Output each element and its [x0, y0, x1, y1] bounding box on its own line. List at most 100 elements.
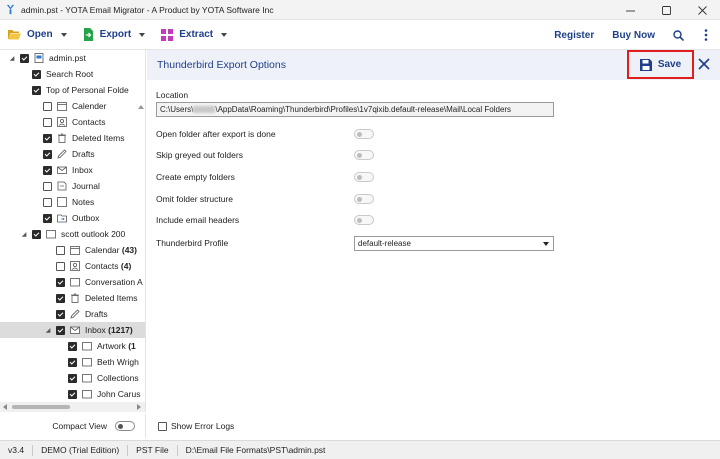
tree-node-artwork[interactable]: Artwork (1 — [0, 338, 145, 354]
checkbox[interactable] — [32, 229, 41, 239]
tree-label: Beth Wrigh — [97, 357, 139, 367]
tree-node-collections[interactable]: Collections — [0, 370, 145, 386]
tree-label: Search Root — [46, 69, 94, 79]
notes-icon — [57, 197, 67, 207]
buy-now-link[interactable]: Buy Now — [603, 30, 664, 41]
more-icon — [704, 29, 708, 41]
open-folder-toggle[interactable] — [354, 129, 374, 139]
scroll-left-arrow[interactable] — [3, 404, 7, 410]
checkbox[interactable] — [43, 165, 52, 175]
tree-node-conversation[interactable]: Conversation A — [0, 274, 145, 290]
close-window-button[interactable] — [684, 0, 720, 20]
checkbox[interactable] — [32, 69, 41, 79]
checkbox[interactable] — [43, 117, 52, 127]
checkbox[interactable] — [20, 53, 29, 63]
create-empty-toggle[interactable] — [354, 172, 374, 182]
checkbox[interactable] — [43, 149, 52, 159]
tree-node-contacts[interactable]: Contacts — [0, 114, 145, 130]
checkbox[interactable] — [43, 213, 52, 223]
tree-node-top-of-personal-folders[interactable]: Top of Personal Folde — [0, 82, 145, 98]
tree-node-calendar-sub[interactable]: Calendar (43) — [0, 242, 145, 258]
collapse-icon[interactable]: ◢ — [20, 230, 28, 238]
tree-node-scott-outlook[interactable]: ◢ scott outlook 200 — [0, 226, 145, 242]
tree-label: Calendar (43) — [85, 245, 137, 255]
chevron-down-icon — [221, 32, 228, 37]
tree-horizontal-scrollbar[interactable] — [0, 402, 146, 412]
option-label-skip-greyed: Skip greyed out folders — [156, 150, 243, 160]
more-button[interactable] — [692, 20, 720, 50]
checkbox[interactable] — [68, 389, 77, 399]
minimize-button[interactable] — [612, 0, 648, 20]
checkbox[interactable] — [43, 101, 52, 111]
omit-structure-toggle[interactable] — [354, 194, 374, 204]
checkbox[interactable] — [68, 373, 77, 383]
tree-node-outbox[interactable]: Outbox — [0, 210, 145, 226]
checkbox[interactable] — [56, 245, 65, 255]
tree-node-beth[interactable]: Beth Wrigh — [0, 354, 145, 370]
extract-menu-button[interactable]: Extract — [153, 20, 235, 50]
tree-node-calender[interactable]: Calender — [0, 98, 145, 114]
folder-icon — [82, 358, 92, 367]
tree-node-contacts-sub[interactable]: Contacts (4) — [0, 258, 145, 274]
checkbox[interactable] — [56, 293, 65, 303]
tree-node-drafts[interactable]: Drafts — [0, 146, 145, 162]
compact-view-toggle[interactable] — [115, 421, 135, 431]
folder-icon — [46, 230, 56, 239]
compact-view-label: Compact View — [52, 421, 107, 431]
scrollbar-thumb[interactable] — [12, 405, 70, 409]
option-label-include-headers: Include email headers — [156, 215, 240, 225]
tree-node-inbox-sub[interactable]: ◢ Inbox (1217) — [0, 322, 145, 338]
tree-node-inbox[interactable]: Inbox — [0, 162, 145, 178]
panel-close-icon[interactable] — [697, 57, 711, 71]
tree-node-journal[interactable]: Journal — [0, 178, 145, 194]
checkbox[interactable] — [68, 357, 77, 367]
checkbox[interactable] — [43, 197, 52, 207]
include-headers-toggle[interactable] — [354, 215, 374, 225]
checkbox[interactable] — [56, 261, 65, 271]
checkbox[interactable] — [158, 421, 167, 431]
extract-label: Extract — [179, 29, 214, 40]
tree-node-deleted-items[interactable]: Deleted Items — [0, 130, 145, 146]
tree-label: scott outlook 200 — [61, 229, 126, 239]
tree-node-notes[interactable]: Notes — [0, 194, 145, 210]
maximize-button[interactable] — [648, 0, 684, 20]
tree-label: Artwork (1 — [97, 341, 136, 351]
save-button[interactable]: Save — [627, 50, 694, 79]
export-menu-button[interactable]: Export — [75, 20, 154, 50]
show-error-logs[interactable]: Show Error Logs — [158, 421, 234, 431]
redacted-username — [193, 106, 216, 114]
status-edition: DEMO (Trial Edition) — [33, 444, 129, 456]
collapse-icon[interactable]: ◢ — [44, 326, 52, 334]
item-count: (4) — [120, 261, 132, 271]
chevron-down-icon — [139, 32, 146, 37]
profile-select[interactable]: default-release — [354, 236, 554, 251]
location-path-prefix: C:\Users\ — [160, 105, 194, 114]
tree-node-admin-pst[interactable]: ◢ admin.pst — [0, 50, 145, 66]
checkbox[interactable] — [43, 181, 52, 191]
tree-node-deleted-items-sub[interactable]: Deleted Items — [0, 290, 145, 306]
skip-greyed-toggle[interactable] — [354, 150, 374, 160]
checkbox[interactable] — [68, 341, 77, 351]
profile-label: Thunderbird Profile — [156, 238, 229, 248]
minimize-icon — [625, 10, 635, 11]
register-link[interactable]: Register — [545, 30, 603, 41]
checkbox[interactable] — [56, 325, 65, 335]
location-label: Location — [156, 90, 189, 100]
checkbox[interactable] — [56, 309, 65, 319]
scroll-right-arrow[interactable] — [137, 404, 141, 410]
open-menu-button[interactable]: Open — [0, 20, 75, 50]
tree-node-john[interactable]: John Carus — [0, 386, 145, 402]
tree-label: Drafts — [85, 309, 108, 319]
tree-node-search-root[interactable]: Search Root — [0, 66, 145, 82]
app-icon — [6, 4, 15, 15]
checkbox[interactable] — [32, 85, 41, 95]
collapse-icon[interactable]: ◢ — [8, 54, 16, 62]
tree-node-drafts-sub[interactable]: Drafts — [0, 306, 145, 322]
checkbox[interactable] — [43, 133, 52, 143]
search-button[interactable] — [664, 20, 692, 50]
tree-label: Outbox — [72, 213, 100, 223]
location-field[interactable]: C:\Users\ \AppData\Roaming\Thunderbird\Pr… — [156, 102, 554, 117]
checkbox[interactable] — [56, 277, 65, 287]
journal-icon — [57, 181, 67, 191]
maximize-icon — [661, 5, 671, 15]
